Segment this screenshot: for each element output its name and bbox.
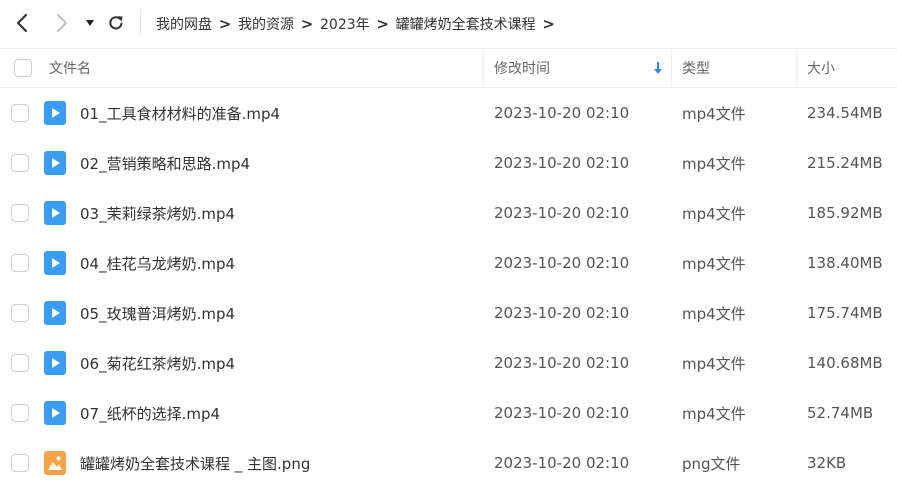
- file-row[interactable]: 07_纸杯的选择.mp4 2023-10-20 02:10 mp4文件 52.7…: [0, 388, 897, 438]
- file-size: 215.24MB: [807, 154, 883, 172]
- column-header-mtime[interactable]: 修改时间: [494, 49, 550, 87]
- file-mtime: 2023-10-20 02:10: [494, 254, 630, 272]
- row-checkbox[interactable]: [11, 354, 29, 372]
- row-checkbox[interactable]: [11, 454, 29, 472]
- row-checkbox[interactable]: [11, 404, 29, 422]
- caret-down-icon: [86, 20, 94, 26]
- breadcrumb-item-my-drive[interactable]: 我的网盘: [156, 14, 212, 34]
- back-button[interactable]: [8, 8, 36, 38]
- column-header-type[interactable]: 类型: [682, 49, 710, 87]
- file-mtime: 2023-10-20 02:10: [494, 354, 630, 372]
- file-type: mp4文件: [682, 204, 746, 223]
- column-header-size[interactable]: 大小: [807, 49, 835, 87]
- column-divider[interactable]: [483, 49, 484, 87]
- file-mtime: 2023-10-20 02:10: [494, 204, 630, 222]
- file-list: 01_工具食材材料的准备.mp4 2023-10-20 02:10 mp4文件 …: [0, 88, 897, 488]
- file-type: png文件: [682, 454, 741, 473]
- row-checkbox[interactable]: [11, 204, 29, 222]
- file-name[interactable]: 02_营销策略和思路.mp4: [80, 138, 250, 188]
- video-file-icon: [44, 401, 66, 425]
- file-row[interactable]: 04_桂花乌龙烤奶.mp4 2023-10-20 02:10 mp4文件 138…: [0, 238, 897, 288]
- select-all-checkbox[interactable]: [14, 59, 32, 77]
- file-size: 140.68MB: [807, 354, 883, 372]
- file-mtime: 2023-10-20 02:10: [494, 304, 630, 322]
- file-type: mp4文件: [682, 154, 746, 173]
- row-checkbox[interactable]: [11, 254, 29, 272]
- column-divider[interactable]: [671, 49, 672, 87]
- breadcrumb-separator: >: [218, 14, 232, 33]
- file-name[interactable]: 04_桂花乌龙烤奶.mp4: [80, 238, 235, 288]
- row-checkbox[interactable]: [11, 104, 29, 122]
- history-dropdown-button[interactable]: [80, 8, 100, 38]
- file-type: mp4文件: [682, 304, 746, 323]
- file-name[interactable]: 06_菊花红茶烤奶.mp4: [80, 338, 235, 388]
- file-type: mp4文件: [682, 254, 746, 273]
- column-divider[interactable]: [796, 49, 797, 87]
- file-list-header: 文件名 修改时间 类型 大小: [0, 48, 897, 88]
- file-size: 185.92MB: [807, 204, 883, 222]
- breadcrumb-separator: >: [300, 14, 314, 33]
- file-size: 234.54MB: [807, 104, 883, 122]
- file-name[interactable]: 01_工具食材材料的准备.mp4: [80, 88, 280, 138]
- breadcrumb-item-current-folder[interactable]: 罐罐烤奶全套技术课程: [396, 14, 536, 34]
- row-checkbox[interactable]: [11, 304, 29, 322]
- file-type: mp4文件: [682, 404, 746, 423]
- file-row[interactable]: 05_玫瑰普洱烤奶.mp4 2023-10-20 02:10 mp4文件 175…: [0, 288, 897, 338]
- forward-button[interactable]: [48, 8, 76, 38]
- video-file-icon: [44, 351, 66, 375]
- refresh-icon: [109, 16, 123, 30]
- sort-down-arrow-icon[interactable]: [652, 60, 664, 76]
- file-size: 32KB: [807, 454, 847, 472]
- breadcrumb-separator[interactable]: >: [536, 15, 562, 33]
- file-name[interactable]: 03_茉莉绿茶烤奶.mp4: [80, 188, 235, 238]
- row-checkbox[interactable]: [11, 154, 29, 172]
- file-row[interactable]: 罐罐烤奶全套技术课程 _ 主图.png 2023-10-20 02:10 png…: [0, 438, 897, 488]
- video-file-icon: [44, 301, 66, 325]
- file-mtime: 2023-10-20 02:10: [494, 104, 630, 122]
- file-mtime: 2023-10-20 02:10: [494, 404, 630, 422]
- file-name[interactable]: 05_玫瑰普洱烤奶.mp4: [80, 288, 235, 338]
- file-name[interactable]: 07_纸杯的选择.mp4: [80, 388, 220, 438]
- nav-divider: [140, 10, 141, 36]
- file-size: 138.40MB: [807, 254, 883, 272]
- file-type: mp4文件: [682, 354, 746, 373]
- breadcrumb-item-my-resources[interactable]: 我的资源: [238, 14, 294, 34]
- file-manager-window: 我的网盘 > 我的资源 > 2023年 > 罐罐烤奶全套技术课程 > 文件名 修…: [0, 0, 897, 489]
- file-row[interactable]: 02_营销策略和思路.mp4 2023-10-20 02:10 mp4文件 21…: [0, 138, 897, 188]
- video-file-icon: [44, 151, 66, 175]
- file-size: 52.74MB: [807, 404, 874, 422]
- video-file-icon: [44, 101, 66, 125]
- breadcrumb-item-2023[interactable]: 2023年: [320, 14, 370, 34]
- video-file-icon: [44, 201, 66, 225]
- refresh-button[interactable]: [102, 8, 130, 38]
- file-type: mp4文件: [682, 104, 746, 123]
- file-row[interactable]: 01_工具食材材料的准备.mp4 2023-10-20 02:10 mp4文件 …: [0, 88, 897, 138]
- file-size: 175.74MB: [807, 304, 883, 322]
- select-all-cell: [14, 49, 32, 87]
- chevron-right-icon: [56, 13, 68, 33]
- file-row[interactable]: 06_菊花红茶烤奶.mp4 2023-10-20 02:10 mp4文件 140…: [0, 338, 897, 388]
- breadcrumb: 我的网盘 > 我的资源 > 2023年 > 罐罐烤奶全套技术课程 >: [156, 0, 562, 47]
- navigation-bar: 我的网盘 > 我的资源 > 2023年 > 罐罐烤奶全套技术课程 >: [0, 0, 897, 47]
- file-name[interactable]: 罐罐烤奶全套技术课程 _ 主图.png: [80, 438, 310, 488]
- file-mtime: 2023-10-20 02:10: [494, 154, 630, 172]
- file-mtime: 2023-10-20 02:10: [494, 454, 630, 472]
- file-row[interactable]: 03_茉莉绿茶烤奶.mp4 2023-10-20 02:10 mp4文件 185…: [0, 188, 897, 238]
- image-file-icon: [44, 451, 66, 475]
- breadcrumb-separator: >: [376, 14, 389, 33]
- video-file-icon: [44, 251, 66, 275]
- chevron-left-icon: [16, 13, 28, 33]
- column-header-name[interactable]: 文件名: [49, 49, 91, 87]
